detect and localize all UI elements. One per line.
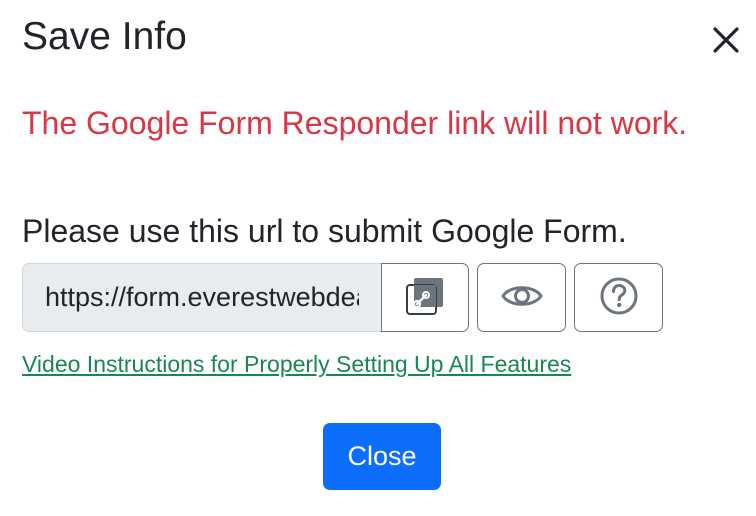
instruction-text: Please use this url to submit Google For… bbox=[22, 213, 627, 249]
close-icon[interactable] bbox=[706, 20, 746, 60]
copy-link-button[interactable] bbox=[381, 263, 469, 332]
close-button[interactable]: Close bbox=[323, 423, 441, 490]
eye-icon bbox=[500, 282, 543, 313]
question-circle-icon bbox=[599, 276, 639, 319]
dialog-title: Save Info bbox=[22, 15, 187, 58]
view-button[interactable] bbox=[477, 263, 566, 332]
copy-link-icon bbox=[405, 276, 445, 319]
url-field[interactable] bbox=[22, 263, 381, 332]
warning-message: The Google Form Responder link will not … bbox=[22, 105, 688, 141]
video-instructions-link[interactable]: Video Instructions for Properly Setting … bbox=[22, 347, 571, 381]
save-info-dialog: Save Info The Google Form Responder link… bbox=[0, 0, 756, 516]
help-button[interactable] bbox=[574, 263, 663, 332]
url-input-group bbox=[22, 263, 663, 332]
